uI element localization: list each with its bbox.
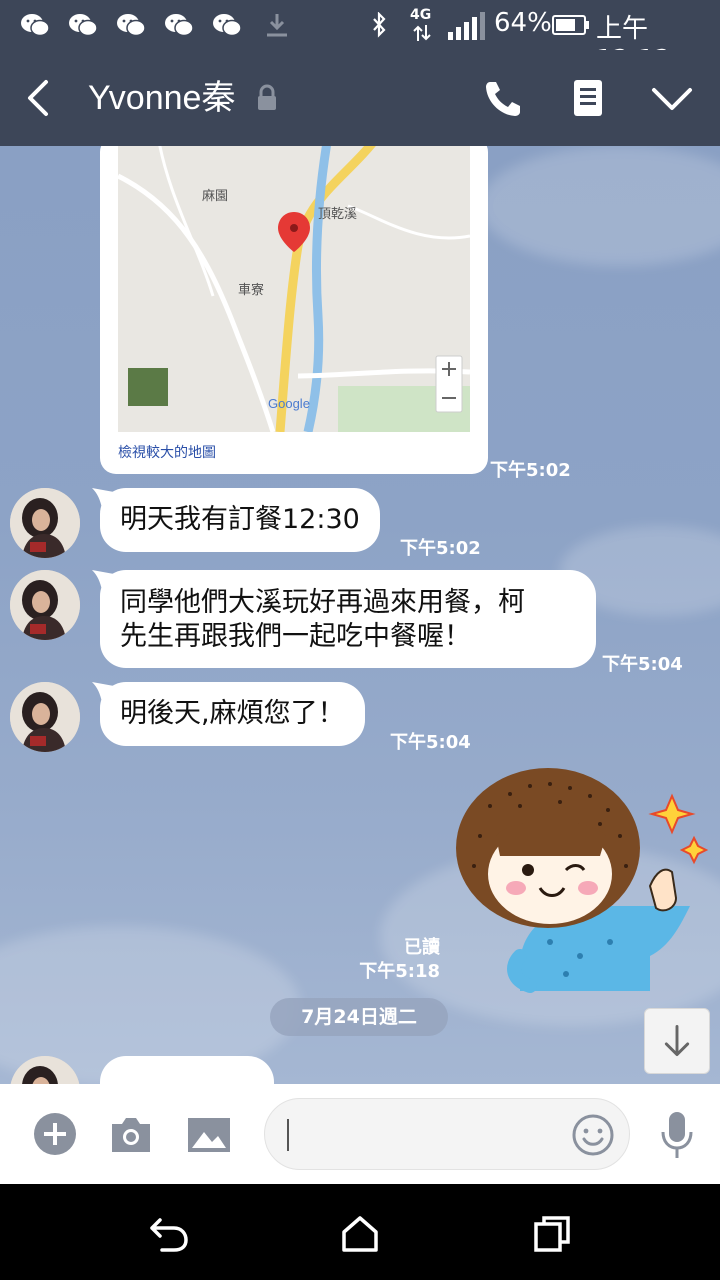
signal-icon xyxy=(448,12,485,40)
message-input[interactable] xyxy=(264,1098,630,1170)
message-text: 明後天,麻煩您了！ xyxy=(120,698,345,729)
download-icon xyxy=(267,14,287,37)
message-bubble[interactable]: 同學他們大溪玩好再過來用餐，柯 先生再跟我們一起吃中餐喔！ xyxy=(92,570,596,668)
sticker-image[interactable] xyxy=(450,766,712,996)
plus-circle-icon[interactable] xyxy=(32,1112,78,1156)
chat-notification-icon xyxy=(69,14,98,37)
text-caret xyxy=(287,1119,289,1151)
message-time: 下午5:02 xyxy=(490,460,571,481)
notes-icon[interactable] xyxy=(566,76,610,120)
avatar[interactable] xyxy=(10,570,80,640)
recents-nav-icon[interactable] xyxy=(530,1212,574,1256)
phone-icon[interactable] xyxy=(482,76,526,120)
message-text: 明天我有訂餐12:30 xyxy=(120,504,360,535)
location-map-card[interactable]: 麻園 頂乾溪 車寮 Google 檢視較大的地圖 xyxy=(100,146,488,474)
smiley-icon[interactable] xyxy=(571,1113,615,1157)
data-arrows-icon xyxy=(413,25,431,41)
battery-percent: 64% xyxy=(494,8,552,38)
bubble-tail xyxy=(92,488,114,508)
chat-notification-icon xyxy=(21,14,50,37)
lock-icon xyxy=(258,84,276,110)
map-label: 頂乾溪 xyxy=(318,207,357,222)
avatar[interactable] xyxy=(10,682,80,752)
read-receipt: 已讀 下午5:18 xyxy=(350,936,440,984)
read-label: 已讀 xyxy=(404,937,440,958)
system-nav-bar xyxy=(0,1184,720,1280)
message-bubble[interactable]: 明後天,麻煩您了！ xyxy=(92,682,365,746)
chat-title[interactable]: Yvonne秦 xyxy=(88,76,235,120)
network-type: 4G xyxy=(410,7,432,23)
map-image[interactable]: 麻園 頂乾溪 車寮 Google xyxy=(118,146,470,432)
message-time: 下午5:18 xyxy=(359,961,440,982)
view-larger-map-link[interactable]: 檢視較大的地圖 xyxy=(118,442,216,462)
status-bar: 4G 64% 上午12:12 xyxy=(0,0,720,75)
message-bubble[interactable] xyxy=(100,1056,274,1084)
bubble-tail xyxy=(92,570,114,590)
avatar[interactable] xyxy=(10,488,80,558)
chat-area[interactable]: 麻園 頂乾溪 車寮 Google 檢視較大的地圖 下午5:02 明天我有訂餐12… xyxy=(0,146,720,1084)
bluetooth-icon xyxy=(373,12,386,38)
message-input-bar xyxy=(0,1084,720,1184)
scroll-to-bottom-button[interactable] xyxy=(644,1008,710,1074)
chat-notification-icon xyxy=(213,14,242,37)
microphone-icon[interactable] xyxy=(654,1110,700,1160)
map-label: 麻園 xyxy=(202,189,228,204)
image-icon[interactable] xyxy=(186,1112,232,1156)
message-text-line: 先生再跟我們一起吃中餐喔！ xyxy=(120,621,471,652)
chevron-left-icon[interactable] xyxy=(20,76,60,120)
home-nav-icon[interactable] xyxy=(338,1212,382,1256)
message-bubble[interactable]: 明天我有訂餐12:30 xyxy=(92,488,380,552)
google-logo: Google xyxy=(268,396,310,411)
message-time: 下午5:02 xyxy=(400,538,481,559)
back-nav-icon[interactable] xyxy=(146,1212,190,1256)
message-time: 下午5:04 xyxy=(390,732,471,753)
chevron-down-icon[interactable] xyxy=(650,76,694,120)
battery-icon xyxy=(552,15,589,35)
camera-icon[interactable] xyxy=(108,1112,154,1156)
chat-header: Yvonne秦 xyxy=(0,50,720,146)
date-divider: 7月24日週二 xyxy=(270,998,448,1036)
message-text-line: 同學他們大溪玩好再過來用餐，柯 xyxy=(120,587,525,618)
chat-notification-icon xyxy=(117,14,146,37)
message-time: 下午5:04 xyxy=(602,654,683,675)
map-label: 車寮 xyxy=(238,282,264,298)
bubble-tail xyxy=(92,682,114,702)
chat-notification-icon xyxy=(165,14,194,37)
